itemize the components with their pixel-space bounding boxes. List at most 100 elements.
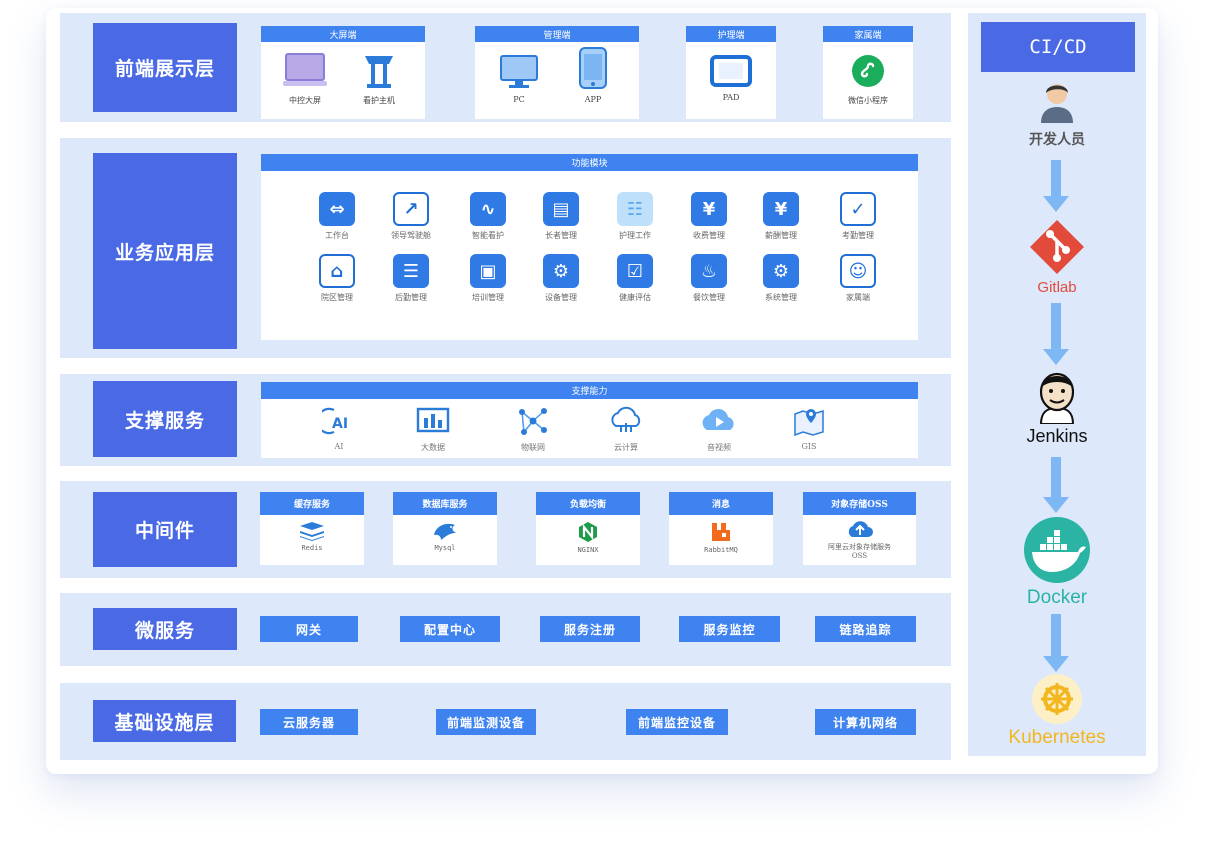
cicd-step-gitlab: Gitlab xyxy=(968,218,1146,296)
chip-config-center: 配置中心 xyxy=(400,616,500,642)
middleware-title: 消息 xyxy=(669,492,773,515)
device-mini-program: 微信小程序 xyxy=(830,52,906,106)
salary-card-icon: ¥ xyxy=(763,192,799,226)
chip-surveillance-device: 前端监控设备 xyxy=(626,709,728,735)
middleware-mysql: 数据库服务 Mysql xyxy=(393,492,497,565)
middleware-oss: 对象存储OSS 阿里云对象存储服务OSS xyxy=(803,492,916,565)
cicd-step-developer: 开发人员 xyxy=(968,79,1146,149)
ai-icon: AI xyxy=(322,407,348,435)
smart-care-monitor-icon: ∿ xyxy=(470,192,506,226)
module-item: ⇔ 工作台 xyxy=(297,192,377,241)
wechat-miniprogram-icon xyxy=(852,55,884,87)
frontend-layer: 前端展示层 大屏端 中控大屏 看护主机 管理端 PC APP 护理端 PAD 家… xyxy=(60,13,951,122)
module-label: 护理工作 xyxy=(619,231,651,240)
support-layer: 支撑服务 支撑能力 AI AI 大数据 物联网 云计算 音视频 GIS xyxy=(60,374,951,466)
chip-service-monitor: 服务监控 xyxy=(679,616,780,642)
microservice-layer-label: 微服务 xyxy=(93,608,237,650)
chip-tracing: 链路追踪 xyxy=(815,616,916,642)
kiosk-icon xyxy=(365,56,393,88)
phone-icon xyxy=(579,47,607,89)
iot-icon xyxy=(519,408,547,435)
device-server-icon: ⚙ xyxy=(543,254,579,288)
infrastructure-layer: 基础设施层 云服务器 前端监测设备 前端监控设备 计算机网络 xyxy=(60,683,951,760)
bigdata-icon xyxy=(416,407,450,433)
module-label: 健康评估 xyxy=(619,293,651,302)
group-admin: 管理端 PC APP xyxy=(475,26,639,119)
module-label: 餐饮管理 xyxy=(693,293,725,302)
group-nursing: 护理端 PAD xyxy=(686,26,776,119)
support-item-gis: GIS xyxy=(769,406,849,451)
module-label: 后勤管理 xyxy=(395,293,427,302)
middleware-title: 对象存储OSS xyxy=(803,492,916,515)
docker-icon xyxy=(1024,517,1090,583)
module-label: 考勤管理 xyxy=(842,231,874,240)
chip-monitoring-device: 前端监测设备 xyxy=(436,709,536,735)
support-item-bigdata: 大数据 xyxy=(393,406,473,453)
logistics-icon: ☰ xyxy=(393,254,429,288)
module-label: 设备管理 xyxy=(545,293,577,302)
support-item-cloud: 云计算 xyxy=(586,406,666,453)
middleware-title: 数据库服务 xyxy=(393,492,497,515)
middleware-layer-label: 中间件 xyxy=(93,492,237,567)
cicd-step-label: 开发人员 xyxy=(1029,132,1085,148)
attendance-calendar-icon: ✓ xyxy=(840,192,876,226)
middleware-nginx: 负载均衡 NGINX xyxy=(536,492,640,565)
device-app: APP xyxy=(555,46,631,104)
device-label: PAD xyxy=(722,93,740,102)
support-layer-label: 支撑服务 xyxy=(93,381,237,457)
system-settings-icon: ⚙ xyxy=(763,254,799,288)
cicd-step-label: Kubernetes xyxy=(1008,727,1106,748)
cicd-title: CI/CD xyxy=(981,22,1135,72)
module-item: ∿ 智能看护 xyxy=(448,192,528,241)
group-title: 护理端 xyxy=(686,26,776,42)
mysql-dolphin-icon xyxy=(434,523,456,540)
support-label: 大数据 xyxy=(421,443,445,452)
middleware-name: NGINX xyxy=(577,546,599,554)
middleware-title: 缓存服务 xyxy=(260,492,364,515)
chip-computer-network: 计算机网络 xyxy=(815,709,916,735)
cicd-panel: CI/CD 开发人员 Gitlab Jenkins Docker Kuberne… xyxy=(968,13,1146,756)
chip-service-registry: 服务注册 xyxy=(540,616,640,642)
cicd-step-docker: Docker xyxy=(968,516,1146,609)
support-item-av: 音视频 xyxy=(679,406,759,453)
support-label: AI xyxy=(334,442,344,451)
module-item: ▤ 长者管理 xyxy=(521,192,601,241)
business-layer: 业务应用层 功能模块 ⇔ 工作台 ↗ 领导驾驶舱 ∿ 智能看护 ▤ 长者管理 ☷ 护理工作 ¥ 收费管… xyxy=(60,138,951,358)
middleware-name: 阿里云对象存储服务OSS xyxy=(828,543,891,560)
group-title: 大屏端 xyxy=(261,26,425,42)
middleware-name: Mysql xyxy=(434,544,456,552)
module-item: ☑ 健康评估 xyxy=(595,254,675,303)
gitlab-icon xyxy=(1030,220,1084,274)
nginx-icon xyxy=(579,522,597,542)
device-label: 中控大屏 xyxy=(289,96,321,105)
module-label: 院区管理 xyxy=(321,293,353,302)
video-cloud-icon xyxy=(702,408,734,430)
module-label: 薪酬管理 xyxy=(765,231,797,240)
function-module-box: 功能模块 ⇔ 工作台 ↗ 领导驾驶舱 ∿ 智能看护 ▤ 长者管理 ☷ 护理工作 ¥ 收费管理 ¥ 薪酬管理… xyxy=(261,154,918,340)
module-item: ☷ 护理工作 xyxy=(595,192,675,241)
training-board-icon: ▣ xyxy=(470,254,506,288)
module-item: ☺ 家属端 xyxy=(818,254,898,303)
device-care-host: 看护主机 xyxy=(341,52,417,106)
module-label: 智能看护 xyxy=(472,231,504,240)
module-item: ⚙ 设备管理 xyxy=(521,254,601,303)
device-pad: PAD xyxy=(693,54,769,102)
redis-icon xyxy=(300,522,324,541)
middleware-title: 负载均衡 xyxy=(536,492,640,515)
module-label: 长者管理 xyxy=(545,231,577,240)
group-title: 家属端 xyxy=(823,26,913,42)
map-pin-icon xyxy=(794,409,824,436)
module-item: ⚙ 系统管理 xyxy=(741,254,821,303)
arrow-down-icon xyxy=(1043,614,1069,672)
business-layer-label: 业务应用层 xyxy=(93,153,237,349)
module-label: 工作台 xyxy=(325,231,349,240)
cicd-step-label: Jenkins xyxy=(1026,426,1088,446)
chip-gateway: 网关 xyxy=(260,616,358,642)
family-users-icon: ☺ xyxy=(840,254,876,288)
cloud-computing-icon xyxy=(611,406,641,432)
dining-icon: ♨ xyxy=(691,254,727,288)
group-family: 家属端 微信小程序 xyxy=(823,26,913,119)
rabbitmq-icon xyxy=(712,523,730,541)
microservice-layer: 微服务 网关 配置中心 服务注册 服务监控 链路追踪 xyxy=(60,593,951,666)
elder-profile-icon: ▤ xyxy=(543,192,579,226)
